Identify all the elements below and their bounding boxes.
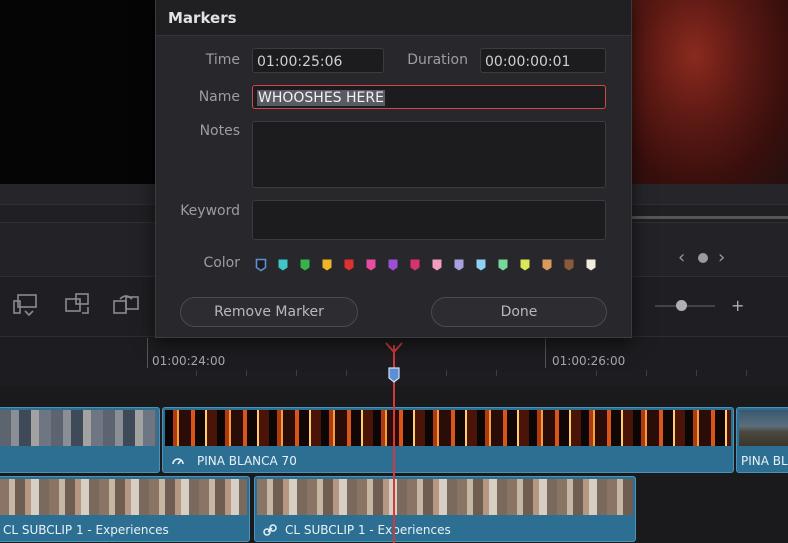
color-swatch-purple[interactable] [387, 257, 399, 271]
ruler-minor-tick [496, 370, 497, 376]
clip-name: CL SUBCLIP 1 - Experiences [3, 523, 169, 537]
color-swatch-blue[interactable] [255, 257, 267, 272]
notes-label: Notes [199, 123, 240, 139]
ruler-minor-tick [446, 370, 447, 376]
clip-name: CL SUBCLIP 1 - Experiences [285, 523, 451, 537]
clip-thumbnails [257, 479, 633, 515]
ruler-timecode-label: 01:00:26:00 [552, 354, 626, 368]
ruler-minor-tick [346, 370, 347, 376]
name-field-value: WHOOSHES HERE [257, 90, 385, 106]
replace-clip-icon[interactable] [110, 291, 144, 321]
ruler-timecode-label: 01:00:24:00 [152, 354, 226, 368]
viewer-frame-image [632, 0, 788, 184]
overwrite-clip-icon[interactable] [62, 291, 96, 321]
duration-label: Duration [407, 52, 468, 68]
ruler-minor-tick [296, 370, 297, 376]
color-swatch-mint[interactable] [497, 257, 509, 271]
clip-thumbnails [165, 410, 731, 446]
ruler-minor-tick [196, 370, 197, 376]
color-swatch-cyan[interactable] [277, 257, 289, 271]
color-swatch-rose[interactable] [431, 257, 443, 271]
color-label: Color [203, 255, 240, 271]
clip-thumbnails [0, 410, 157, 446]
ruler-minor-tick [646, 370, 647, 376]
zoom-slider-handle[interactable] [676, 300, 687, 311]
timeline-clip[interactable]: PINA BLANCA 70 [162, 407, 734, 473]
chevron-right-icon[interactable]: › [718, 249, 725, 267]
color-swatch-fuchsia[interactable] [409, 257, 421, 271]
insert-clip-icon[interactable] [12, 291, 46, 321]
ruler-minor-tick [746, 370, 747, 376]
timeline-clip[interactable] [0, 407, 160, 473]
link-icon [263, 522, 277, 536]
color-swatch-sand[interactable] [541, 257, 553, 271]
color-swatch-cocoa[interactable] [563, 257, 575, 271]
dialog-titlebar: Markers [156, 0, 631, 36]
dialog-title: Markers [168, 9, 237, 27]
color-swatch-cream[interactable] [585, 257, 597, 271]
ruler-minor-tick [696, 370, 697, 376]
time-label: Time [205, 52, 240, 68]
clip-thumbnails [0, 479, 247, 515]
timeline-clip[interactable]: CL SUBCLIP 1 - Experiences [0, 476, 250, 542]
color-swatch-lavender[interactable] [453, 257, 465, 271]
page-dot-icon[interactable] [698, 253, 708, 263]
color-swatch-lemon[interactable] [519, 257, 531, 271]
color-swatch-yellow[interactable] [321, 257, 333, 271]
viewer-scrub-progress [632, 216, 788, 219]
ruler-tick [147, 338, 148, 368]
color-swatch-green[interactable] [299, 257, 311, 271]
time-field[interactable]: 01:00:25:06 [252, 48, 384, 73]
timeline-marker-icon[interactable] [387, 366, 401, 384]
timeline-clip[interactable]: PINA BLA [736, 407, 788, 473]
color-swatch-sky[interactable] [475, 257, 487, 271]
name-label: Name [198, 89, 240, 105]
clip-name: PINA BLANCA 70 [197, 454, 297, 468]
keyword-label: Keyword [180, 203, 240, 219]
timeline-clip[interactable]: CL SUBCLIP 1 - Experiences [254, 476, 636, 542]
chevron-left-icon[interactable]: ‹ [678, 249, 685, 267]
done-button[interactable]: Done [431, 297, 607, 327]
notes-field[interactable] [252, 121, 606, 188]
ruler-minor-tick [596, 370, 597, 376]
markers-dialog: Markers Time 01:00:25:06 Duration 00:00:… [155, 0, 632, 338]
playhead-handle-icon[interactable] [385, 342, 403, 354]
speed-icon [171, 453, 185, 467]
name-field[interactable]: WHOOSHES HERE [252, 85, 606, 109]
ruler-tick [545, 338, 546, 368]
duration-field[interactable]: 00:00:00:01 [480, 48, 606, 73]
color-swatch-pink[interactable] [365, 257, 377, 271]
zoom-in-icon[interactable]: + [731, 296, 744, 315]
ruler-minor-tick [246, 370, 247, 376]
clip-thumbnails [739, 410, 788, 446]
color-swatch-red[interactable] [343, 257, 355, 271]
keyword-field[interactable] [252, 200, 606, 240]
clip-name: PINA BLA [741, 454, 788, 468]
remove-marker-button[interactable]: Remove Marker [180, 297, 358, 327]
